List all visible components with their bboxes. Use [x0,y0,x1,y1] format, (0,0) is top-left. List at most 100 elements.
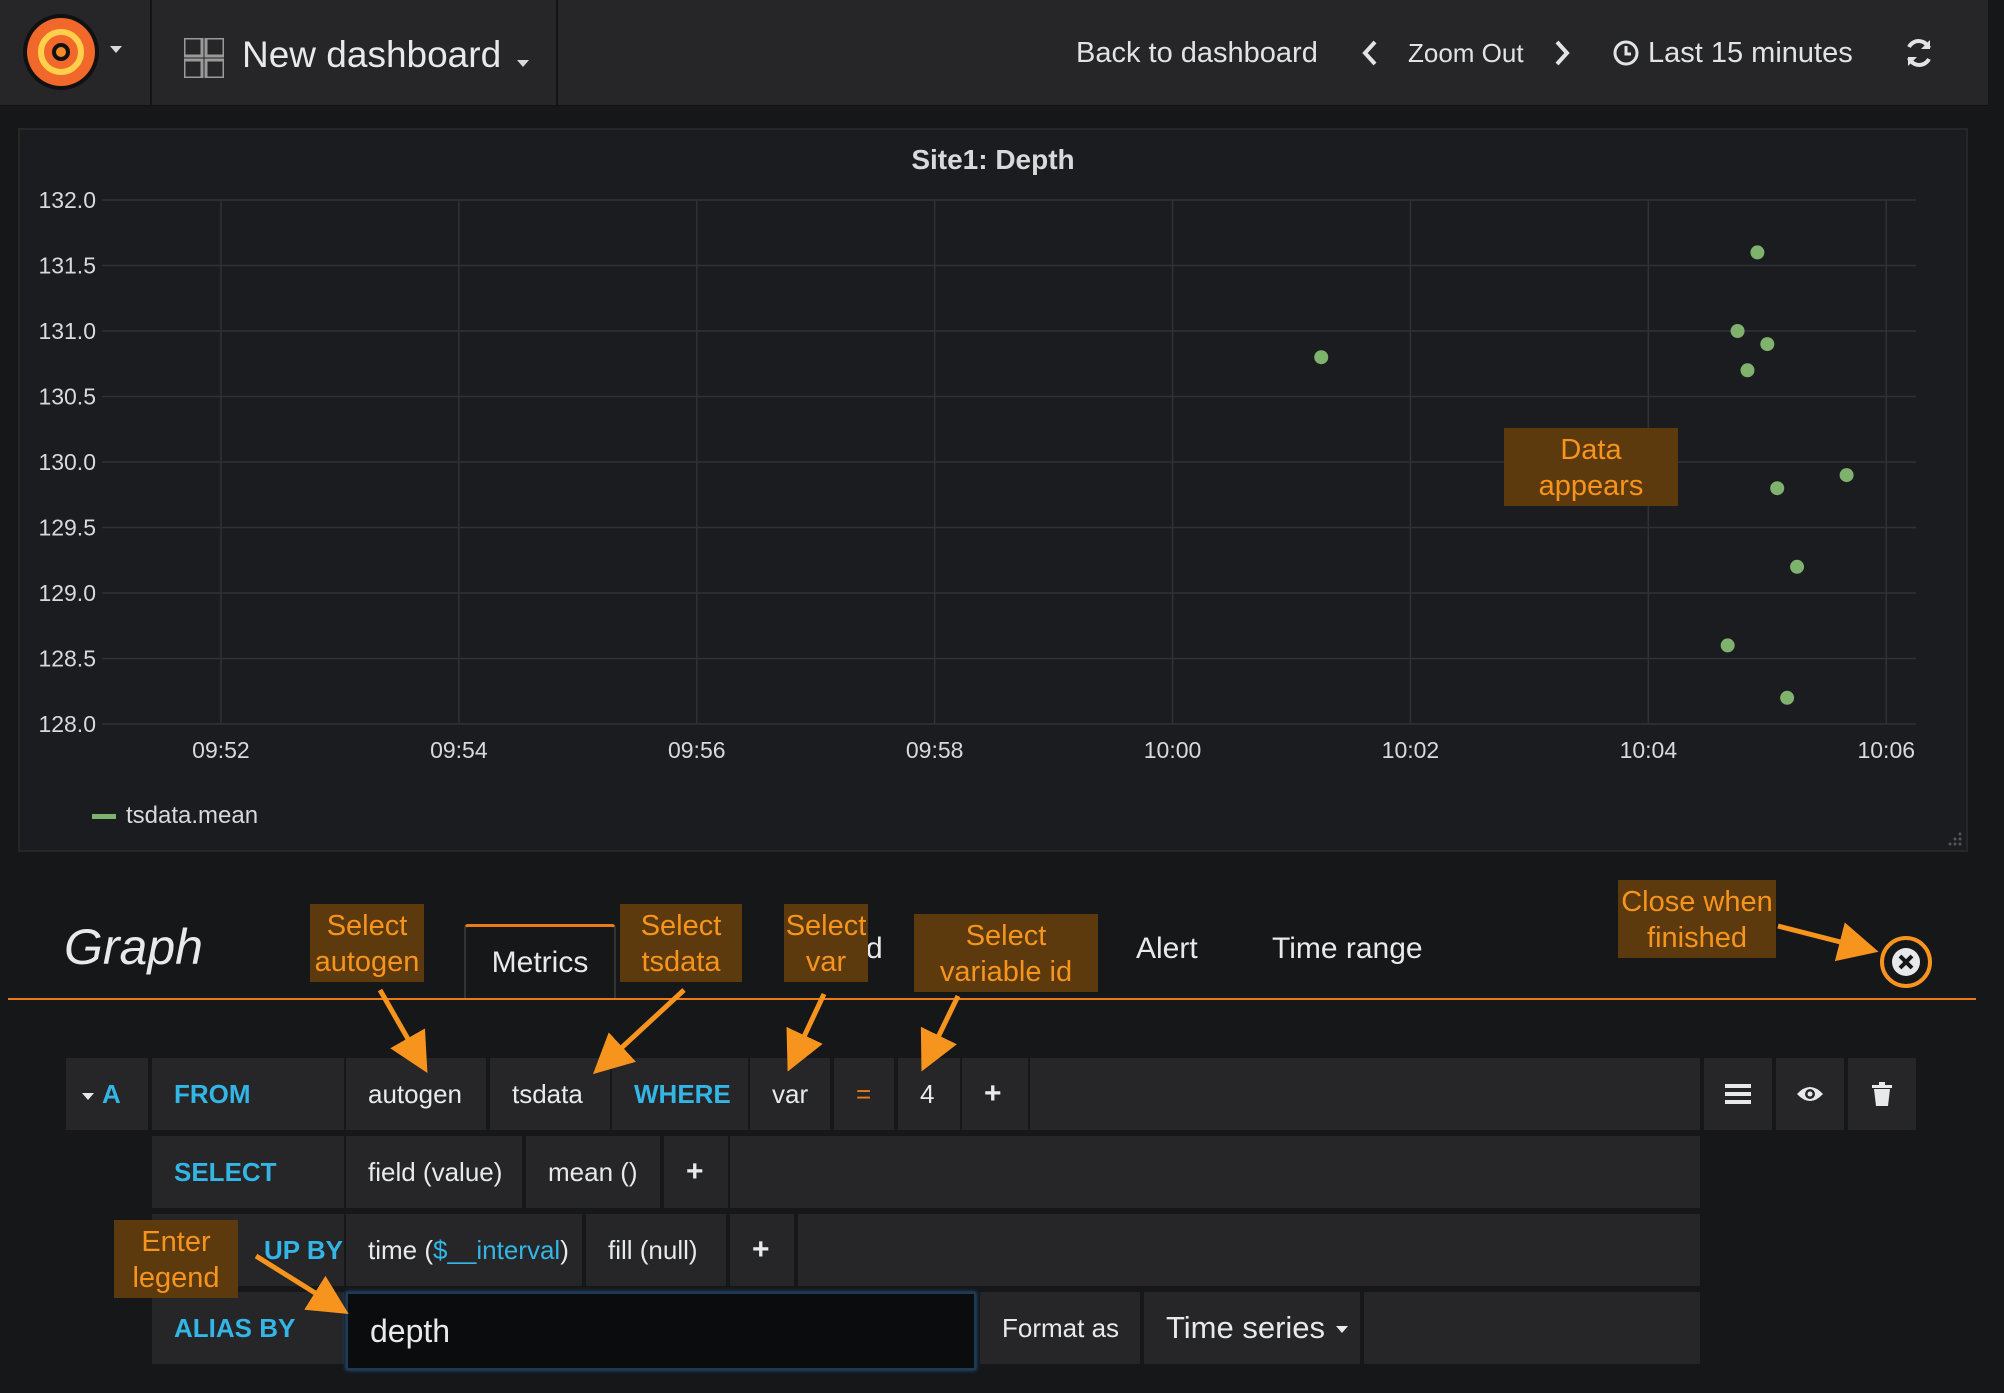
top-navbar: New dashboard Back to dashboard Zoom Out… [0,0,1988,106]
annotation-select-variable-id: Select variable id [914,914,1098,992]
add-group-by-button[interactable]: + [730,1214,794,1286]
where-keyword: WHERE [612,1058,748,1130]
query-row-from: A FROM autogen tsdata WHERE var = 4 + [66,1058,1916,1130]
query-menu-button[interactable] [1704,1058,1772,1130]
grafana-menu[interactable] [0,0,152,105]
format-as-label: Format as [980,1292,1140,1364]
x-tick-label: 09:52 [192,737,250,763]
annotation-data-appears: Data appears [1504,428,1678,506]
add-select-button[interactable]: + [664,1136,728,1208]
field-segment[interactable]: field (value) [346,1136,522,1208]
query-ref: A [102,1079,121,1109]
time-range-label: Last 15 minutes [1648,36,1853,69]
y-tick-label: 129.5 [38,515,96,541]
data-point [1770,481,1785,496]
refresh-button[interactable] [1902,30,1936,76]
legend-item-tsdata-mean[interactable]: tsdata.mean [126,802,258,830]
close-editor-button[interactable] [1880,936,1932,988]
x-tick-label: 09:56 [668,737,726,763]
chevron-down-icon [110,46,122,53]
data-point [1760,337,1775,352]
x-tick-label: 09:58 [906,737,964,763]
chevron-left-icon [1362,40,1377,66]
alias-by-keyword: ALIAS BY [152,1292,344,1364]
aggregation-segment[interactable]: mean () [526,1136,660,1208]
zoom-out-button[interactable]: Zoom Out [1408,30,1524,76]
format-select[interactable]: Time series [1144,1292,1360,1364]
tab-time-range[interactable]: Time range [1272,932,1423,966]
arrow-close [1777,922,1879,962]
tab-metrics[interactable]: Metrics [464,924,616,1000]
query-row-select: SELECT field (value) mean () + [152,1136,1702,1208]
y-tick-label: 130.0 [38,449,96,475]
close-icon [1892,948,1920,976]
row-filler [1364,1292,1700,1364]
data-point [1314,350,1329,365]
operator-segment[interactable]: = [834,1058,894,1130]
select-keyword: SELECT [152,1136,344,1208]
data-point [1720,638,1735,653]
arrow-autogen [377,988,428,1074]
annotation-select-var: Select var [784,904,868,982]
data-point [1780,690,1795,705]
y-tick-label: 128.0 [38,711,96,737]
tab-alert[interactable]: Alert [1136,932,1198,966]
x-tick-label: 10:06 [1857,737,1915,763]
hamburger-icon [1725,1084,1751,1104]
y-tick-label: 128.5 [38,646,96,672]
annotation-select-tsdata: Select tsdata [620,904,742,982]
back-to-dashboard-button[interactable]: Back to dashboard [1076,30,1318,76]
retention-policy-segment[interactable]: autogen [346,1058,486,1130]
time-forward-button[interactable] [1552,30,1572,76]
panel-type-title: Graph [64,919,203,975]
tab-legend[interactable]: d [866,932,883,966]
alias-input[interactable]: depth [346,1292,976,1370]
query-ref-toggle[interactable]: A [66,1058,148,1130]
data-point [1839,468,1854,483]
data-point [1730,324,1745,338]
y-tick-label: 132.0 [38,187,96,213]
x-tick-label: 09:54 [430,737,488,763]
x-tick-label: 10:02 [1382,737,1440,763]
dashboard-title: New dashboard [242,34,502,75]
query-row-group-by: UP BY time ($__interval) fill (null) + [152,1214,1702,1286]
y-tick-label: 131.0 [38,318,96,344]
chevron-right-icon [1555,40,1570,66]
clock-icon [1613,40,1639,66]
x-tick-label: 10:00 [1144,737,1202,763]
toggle-visibility-button[interactable] [1776,1058,1844,1130]
grafana-logo-icon[interactable] [23,14,99,90]
format-value: Time series [1166,1310,1326,1345]
resize-handle-icon[interactable] [1946,830,1962,846]
time-back-button[interactable] [1360,30,1380,76]
legend-swatch [92,813,116,819]
interval-variable: $__interval [433,1235,561,1265]
x-tick-label: 10:04 [1620,737,1678,763]
fill-segment[interactable]: fill (null) [586,1214,726,1286]
y-tick-label: 130.5 [38,384,96,410]
eye-icon [1797,1087,1823,1101]
time-picker-button[interactable]: Last 15 minutes [1612,30,1853,76]
tag-value-segment[interactable]: 4 [898,1058,960,1130]
data-point [1790,559,1805,574]
tabs-divider [8,998,1976,1000]
caret-down-icon [1336,1326,1348,1333]
tag-key-segment[interactable]: var [750,1058,830,1130]
arrow-variable-id [920,994,961,1072]
from-keyword: FROM [152,1058,344,1130]
arrow-tsdata [592,988,686,1075]
delete-query-button[interactable] [1848,1058,1916,1130]
data-point [1740,363,1755,378]
add-where-button[interactable]: + [962,1058,1028,1130]
row-filler [1030,1058,1700,1130]
dashboard-picker[interactable]: New dashboard [152,0,558,105]
legend: tsdata.mean [92,802,258,830]
time-suffix: ) [560,1235,569,1265]
y-tick-label: 129.0 [38,580,96,606]
time-group-segment[interactable]: time ($__interval) [346,1214,582,1286]
dashboard-grid-icon [184,38,224,78]
measurement-segment[interactable]: tsdata [490,1058,610,1130]
arrow-var [786,992,827,1072]
annotation-close-when-finished: Close when finished [1618,880,1776,958]
time-prefix: time ( [368,1235,433,1265]
